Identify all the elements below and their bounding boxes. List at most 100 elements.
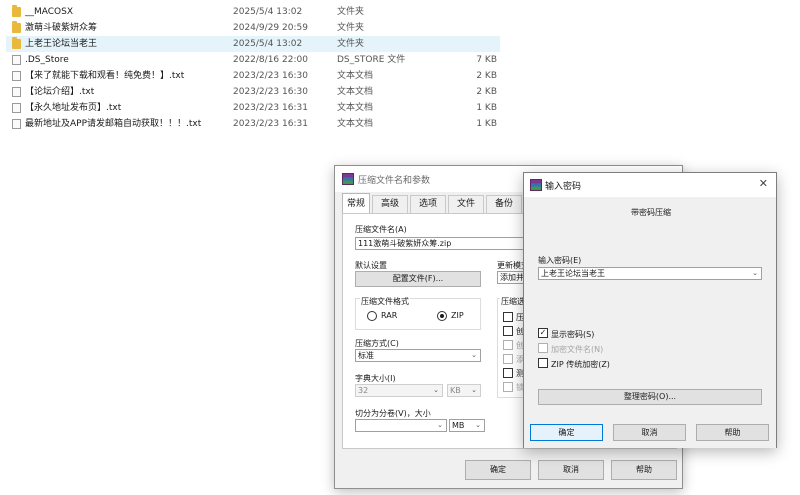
file-row[interactable]: .DS_Store 2022/8/16 22:00 DS_STORE 文件 7 … <box>6 52 500 68</box>
password-dialog-titlebar[interactable]: 输入密码 ✕ <box>524 173 776 197</box>
password-dialog-title: 输入密码 <box>545 182 582 192</box>
file-row[interactable]: 激萌斗破紫妍众筹 2024/9/29 20:59 文件夹 <box>6 20 500 36</box>
close-icon[interactable]: ✕ <box>759 177 768 190</box>
file-size: 1 KB <box>476 119 497 129</box>
split-volume-input[interactable]: ⌄ <box>355 419 447 432</box>
format-label: 压缩文件格式 <box>360 296 410 307</box>
format-zip-label: ZIP <box>451 311 464 320</box>
cancel-button[interactable]: 取消 <box>538 460 604 480</box>
file-type: DS_STORE 文件 <box>337 55 406 65</box>
tab-options[interactable]: 选项 <box>410 195 446 213</box>
file-size: 1 KB <box>476 103 497 113</box>
encrypt-filenames-checkbox <box>538 343 548 353</box>
option-checkbox-disabled <box>503 382 513 392</box>
file-date: 2023/2/23 16:30 <box>233 71 308 81</box>
folder-icon <box>12 21 21 33</box>
file-date: 2025/5/4 13:02 <box>233 7 303 17</box>
file-name: 激萌斗破紫妍众筹 <box>25 23 98 33</box>
tab-backup[interactable]: 备份 <box>486 195 522 213</box>
method-select[interactable]: 标准 ⌄ <box>355 349 481 362</box>
organize-passwords-button[interactable]: 整理密码(O)... <box>538 389 762 405</box>
format-rar-radio[interactable] <box>367 311 377 321</box>
file-name: 【论坛介绍】.txt <box>25 87 95 97</box>
dictionary-unit-select: KB ⌄ <box>447 384 481 397</box>
password-dialog-body: 带密码压缩 输入密码(E) 上老王论坛当老王 ⌄ ✓ 显示密码(S) 加密文件名… <box>524 197 776 411</box>
ok-button[interactable]: 确定 <box>465 460 531 480</box>
text-file-icon <box>12 87 21 97</box>
archive-name-label: 压缩文件名(A) <box>355 225 407 234</box>
text-file-icon <box>12 119 21 129</box>
file-name: 最新地址及APP请发邮箱自动获取！！！.txt <box>25 119 202 129</box>
file-row[interactable]: 【永久地址发布页】.txt 2023/2/23 16:31 文本文档 1 KB <box>6 100 500 116</box>
password-input[interactable]: 上老王论坛当老王 ⌄ <box>538 267 762 280</box>
dictionary-label: 字典大小(I) <box>355 374 396 383</box>
tab-files[interactable]: 文件 <box>448 195 484 213</box>
folder-icon <box>12 5 21 17</box>
chevron-down-icon: ⌄ <box>475 421 481 429</box>
file-row[interactable]: 【论坛介绍】.txt 2023/2/23 16:30 文本文档 2 KB <box>6 84 500 100</box>
method-value: 标准 <box>358 351 374 360</box>
split-unit: MB <box>452 421 465 430</box>
zip-legacy-label: ZIP 传统加密(Z) <box>551 360 610 369</box>
file-date: 2023/2/23 16:30 <box>233 87 308 97</box>
file-name: 【来了就能下载和观看！纯免费！】.txt <box>25 71 185 81</box>
password-dialog: 输入密码 ✕ 带密码压缩 输入密码(E) 上老王论坛当老王 ⌄ ✓ 显示密码(S… <box>523 172 777 448</box>
file-size: 7 KB <box>476 55 497 65</box>
file-type: 文件夹 <box>337 39 365 49</box>
file-date: 2023/2/23 16:31 <box>233 103 308 113</box>
chevron-down-icon: ⌄ <box>471 386 477 394</box>
method-label: 压缩方式(C) <box>355 339 399 348</box>
file-type: 文件夹 <box>337 7 365 17</box>
chevron-down-icon: ⌄ <box>752 269 758 277</box>
winrar-icon <box>530 179 542 191</box>
tab-advanced[interactable]: 高级 <box>372 195 408 213</box>
file-row[interactable]: 最新地址及APP请发邮箱自动获取！！！.txt 2023/2/23 16:31 … <box>6 116 500 132</box>
text-file-icon <box>12 103 21 113</box>
file-date: 2022/8/16 22:00 <box>233 55 308 65</box>
chevron-down-icon: ⌄ <box>471 351 477 359</box>
file-row[interactable]: __MACOSX 2025/5/4 13:02 文件夹 <box>6 4 500 20</box>
chevron-down-icon: ⌄ <box>437 421 443 429</box>
password-cancel-button[interactable]: 取消 <box>613 424 686 441</box>
show-password-checkbox[interactable]: ✓ <box>538 328 548 338</box>
password-label: 输入密码(E) <box>538 256 582 265</box>
help-button[interactable]: 帮助 <box>611 460 677 480</box>
file-list: __MACOSX 2025/5/4 13:02 文件夹 激萌斗破紫妍众筹 202… <box>6 4 500 132</box>
dictionary-select: 32 ⌄ <box>355 384 443 397</box>
defaults-label: 默认设置 <box>355 261 387 270</box>
zip-legacy-checkbox[interactable] <box>538 358 548 368</box>
option-checkbox-disabled <box>503 340 513 350</box>
option-checkbox[interactable] <box>503 312 513 322</box>
file-row[interactable]: 【来了就能下载和观看！纯免费！】.txt 2023/2/23 16:30 文本文… <box>6 68 500 84</box>
file-name: 上老王论坛当老王 <box>25 39 98 49</box>
text-file-icon <box>12 71 21 81</box>
file-type: 文本文档 <box>337 119 374 129</box>
password-ok-button[interactable]: 确定 <box>530 424 603 441</box>
split-unit-select[interactable]: MB ⌄ <box>449 419 485 432</box>
format-zip-radio[interactable] <box>437 311 447 321</box>
file-type: 文件夹 <box>337 23 365 33</box>
show-password-label: 显示密码(S) <box>551 330 595 339</box>
file-name: 【永久地址发布页】.txt <box>25 103 122 113</box>
password-help-button[interactable]: 帮助 <box>696 424 769 441</box>
file-size: 2 KB <box>476 71 497 81</box>
folder-icon <box>12 37 21 49</box>
format-rar-label: RAR <box>381 311 398 320</box>
file-type: 文本文档 <box>337 71 374 81</box>
split-volume-label: 切分为分卷(V)，大小 <box>355 409 431 418</box>
encrypt-filenames-label: 加密文件名(N) <box>551 345 604 354</box>
tab-general[interactable]: 常规 <box>342 193 370 213</box>
password-value: 上老王论坛当老王 <box>541 269 605 278</box>
winrar-icon <box>342 173 354 185</box>
archive-dialog-title: 压缩文件名和参数 <box>358 176 431 186</box>
option-checkbox[interactable] <box>503 368 513 378</box>
option-checkbox[interactable] <box>503 326 513 336</box>
file-date: 2025/5/4 13:02 <box>233 39 303 49</box>
file-date: 2024/9/29 20:59 <box>233 23 308 33</box>
password-dialog-subtitle: 带密码压缩 <box>631 208 671 217</box>
profiles-button[interactable]: 配置文件(F)... <box>355 271 481 287</box>
file-icon <box>12 55 21 65</box>
dictionary-unit: KB <box>450 386 461 395</box>
file-row-selected[interactable]: 上老王论坛当老王 2025/5/4 13:02 文件夹 <box>6 36 500 52</box>
file-type: 文本文档 <box>337 103 374 113</box>
